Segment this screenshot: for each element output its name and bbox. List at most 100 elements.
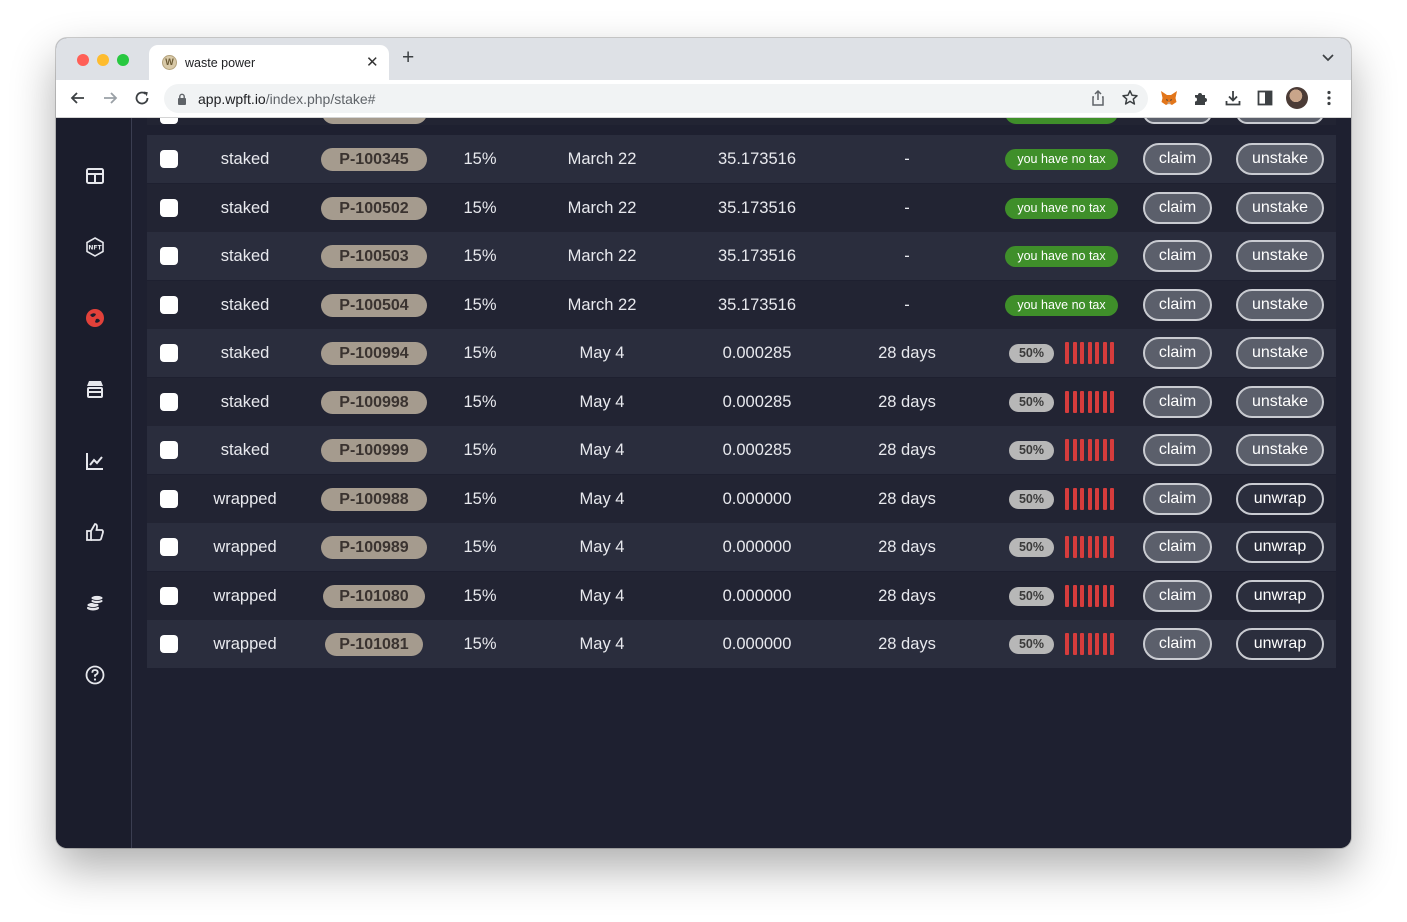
unstake-button[interactable]: unstake bbox=[1236, 385, 1324, 418]
timer-bar-segment bbox=[1065, 390, 1069, 413]
coins-icon[interactable] bbox=[84, 593, 106, 615]
claim-button[interactable]: claim bbox=[1143, 579, 1212, 612]
unstake-button[interactable]: unstake bbox=[1236, 288, 1324, 321]
browser-tab[interactable]: W waste power ✕ bbox=[149, 45, 389, 80]
download-icon[interactable] bbox=[1223, 88, 1243, 108]
tax-percent-badge: 50% bbox=[1009, 635, 1054, 654]
forward-icon[interactable] bbox=[100, 88, 120, 108]
profile-avatar[interactable] bbox=[1286, 87, 1308, 109]
claim-button[interactable] bbox=[1143, 118, 1212, 124]
rate-cell: 15% bbox=[463, 441, 497, 459]
tab-title: waste power bbox=[185, 56, 256, 70]
timer-bar-segment bbox=[1087, 584, 1092, 607]
claim-button[interactable]: claim bbox=[1143, 337, 1212, 369]
table-row-partial bbox=[147, 118, 1336, 125]
back-icon[interactable] bbox=[68, 88, 88, 108]
lock-period-cell: 28 days bbox=[878, 586, 936, 605]
timer-bar-segment bbox=[1110, 390, 1114, 413]
browser-toolbar: app.wpft.io/index.php/stake# bbox=[56, 80, 1351, 118]
date-cell: May 4 bbox=[579, 586, 625, 605]
claim-button[interactable]: claim bbox=[1143, 482, 1212, 515]
new-tab-button[interactable]: + bbox=[402, 47, 414, 68]
unwrap-button[interactable]: unwrap bbox=[1236, 579, 1324, 612]
claim-button[interactable]: claim bbox=[1143, 628, 1212, 660]
unstake-button[interactable]: unstake bbox=[1236, 434, 1324, 466]
claim-button[interactable]: claim bbox=[1143, 531, 1212, 563]
lock-period-cell: 28 days bbox=[878, 538, 936, 556]
unwrap-button[interactable]: unwrap bbox=[1236, 531, 1324, 563]
lock-icon[interactable] bbox=[175, 92, 189, 106]
timer-bar-segment bbox=[1072, 633, 1077, 655]
more-menu-icon[interactable] bbox=[1319, 88, 1339, 108]
unstake-button[interactable]: unstake bbox=[1236, 143, 1324, 175]
row-checkbox[interactable] bbox=[160, 295, 178, 314]
metamask-fox-icon[interactable] bbox=[1159, 88, 1179, 108]
thumbs-up-icon[interactable] bbox=[84, 521, 106, 543]
rate-cell: 15% bbox=[463, 586, 497, 605]
minimize-window-button[interactable] bbox=[97, 54, 109, 66]
reload-icon[interactable] bbox=[132, 88, 152, 108]
row-checkbox[interactable] bbox=[160, 586, 178, 605]
tax-timer-bars bbox=[1065, 342, 1117, 364]
status-cell: staked bbox=[220, 344, 270, 362]
lock-period-cell: - bbox=[904, 198, 910, 217]
row-checkbox[interactable] bbox=[160, 198, 178, 217]
tax-percent-badge: 50% bbox=[1009, 392, 1054, 412]
date-cell: May 4 bbox=[579, 392, 625, 411]
timer-bar-segment bbox=[1102, 536, 1107, 558]
dashboard-icon[interactable] bbox=[84, 165, 106, 187]
row-checkbox[interactable] bbox=[160, 247, 178, 265]
maximize-window-button[interactable] bbox=[117, 54, 129, 66]
table-row: staked P-100994 15% May 4 0.000285 28 days 50%… bbox=[147, 329, 1336, 377]
plot-id-pill: P-100999 bbox=[321, 439, 427, 462]
row-checkbox[interactable] bbox=[160, 441, 178, 459]
claim-button[interactable]: claim bbox=[1143, 143, 1212, 175]
tax-percent-badge: 50% bbox=[1009, 441, 1054, 460]
share-icon[interactable] bbox=[1088, 88, 1108, 108]
row-checkbox[interactable] bbox=[160, 489, 178, 508]
row-checkbox[interactable] bbox=[160, 392, 178, 411]
unstake-button[interactable] bbox=[1236, 118, 1324, 124]
timer-bar-segment bbox=[1087, 439, 1092, 461]
status-cell: wrapped bbox=[213, 635, 277, 653]
address-bar[interactable]: app.wpft.io/index.php/stake# bbox=[164, 84, 1148, 113]
claim-button[interactable]: claim bbox=[1143, 191, 1212, 224]
bookmark-star-icon[interactable] bbox=[1120, 88, 1140, 108]
unwrap-button[interactable]: unwrap bbox=[1236, 628, 1324, 660]
chevron-down-icon[interactable] bbox=[1321, 50, 1335, 64]
plot-id-pill: P-101081 bbox=[325, 633, 423, 656]
row-checkbox[interactable] bbox=[160, 150, 178, 168]
side-panel-icon[interactable] bbox=[1255, 88, 1275, 108]
table-row: staked P-100504 15% March 22 35.173516 - you h… bbox=[147, 280, 1336, 329]
claim-button[interactable]: claim bbox=[1143, 288, 1212, 321]
row-checkbox[interactable] bbox=[160, 635, 178, 653]
unwrap-button[interactable]: unwrap bbox=[1236, 482, 1324, 515]
row-checkbox[interactable] bbox=[160, 118, 178, 124]
row-checkbox[interactable] bbox=[160, 538, 178, 556]
tab-close-icon[interactable]: ✕ bbox=[366, 53, 379, 71]
timer-bar-segment bbox=[1072, 342, 1077, 364]
tax-percent-badge: 50% bbox=[1009, 586, 1054, 606]
timer-bar-segment bbox=[1095, 439, 1099, 461]
store-icon[interactable] bbox=[84, 378, 106, 400]
claim-button[interactable]: claim bbox=[1143, 240, 1212, 272]
amount-cell: 0.000000 bbox=[722, 635, 792, 653]
timer-bar-segment bbox=[1102, 439, 1107, 461]
claim-button[interactable]: claim bbox=[1143, 434, 1212, 466]
help-icon[interactable] bbox=[84, 664, 106, 686]
chart-icon[interactable] bbox=[84, 450, 106, 472]
unstake-button[interactable]: unstake bbox=[1236, 191, 1324, 224]
extensions-puzzle-icon[interactable] bbox=[1191, 88, 1211, 108]
nft-icon[interactable]: NFT bbox=[84, 236, 106, 258]
row-checkbox[interactable] bbox=[160, 344, 178, 362]
timer-bar-segment bbox=[1095, 390, 1099, 413]
amount-cell: 35.173516 bbox=[718, 150, 796, 168]
close-window-button[interactable] bbox=[77, 54, 89, 66]
url-text[interactable]: app.wpft.io/index.php/stake# bbox=[198, 91, 375, 107]
staking-icon[interactable] bbox=[84, 307, 106, 329]
unstake-button[interactable]: unstake bbox=[1236, 337, 1324, 369]
unstake-button[interactable]: unstake bbox=[1236, 240, 1324, 272]
claim-button[interactable]: claim bbox=[1143, 385, 1212, 418]
plot-id-pill: P-100503 bbox=[321, 245, 427, 268]
amount-cell: 0.000000 bbox=[722, 538, 792, 556]
